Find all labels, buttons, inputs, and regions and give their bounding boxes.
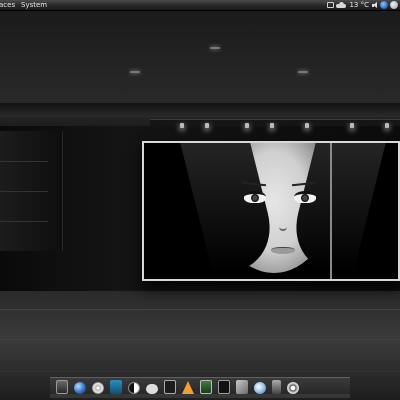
system-menu[interactable]: System xyxy=(21,0,47,10)
terminal-icon[interactable] xyxy=(218,380,230,394)
spotlight xyxy=(350,123,354,128)
top-panel: aces System 13 °C xyxy=(0,0,400,11)
volume-icon[interactable] xyxy=(372,1,378,9)
globe-browser-icon[interactable] xyxy=(74,382,86,394)
ceiling-light xyxy=(210,47,220,49)
spotlight xyxy=(305,123,309,128)
ceiling-light xyxy=(130,71,140,73)
document-icon[interactable] xyxy=(110,380,122,394)
places-menu[interactable]: aces xyxy=(0,0,15,10)
spotlight xyxy=(180,123,184,128)
spotlight xyxy=(245,123,249,128)
swirl-icon[interactable] xyxy=(254,382,266,394)
monitor-icon[interactable] xyxy=(56,380,68,394)
power-icon[interactable] xyxy=(287,382,299,394)
vlc-cone-icon[interactable] xyxy=(182,381,194,394)
dock xyxy=(50,377,350,398)
tools-icon[interactable] xyxy=(236,380,248,394)
power-icon[interactable] xyxy=(390,1,398,9)
spotlight xyxy=(205,123,209,128)
swirl-app-icon[interactable] xyxy=(380,1,388,9)
portrait-mouth xyxy=(271,247,295,254)
dock-reflection xyxy=(50,394,350,398)
panel-seam xyxy=(330,143,332,279)
image-viewer-icon[interactable] xyxy=(200,380,212,394)
weather-icon[interactable] xyxy=(336,2,347,8)
film-icon[interactable] xyxy=(164,380,176,394)
contrast-icon[interactable] xyxy=(128,382,140,394)
framed-portrait xyxy=(142,141,400,281)
temperature-label[interactable]: 13 °C xyxy=(349,0,369,10)
portrait-eye xyxy=(244,191,266,203)
system-tray: 13 °C xyxy=(327,0,398,10)
desktop-wallpaper xyxy=(0,11,400,400)
spotlight xyxy=(385,123,389,128)
spotlight-track xyxy=(150,119,400,126)
trash-icon[interactable] xyxy=(272,380,281,394)
display-shelf xyxy=(0,131,63,251)
chat-icon[interactable] xyxy=(146,384,158,394)
network-icon[interactable] xyxy=(327,2,335,8)
ceiling-beam xyxy=(0,103,400,117)
spotlight xyxy=(270,123,274,128)
ceiling-light xyxy=(298,71,308,73)
portrait-eye xyxy=(294,191,316,203)
disc-icon[interactable] xyxy=(92,382,104,394)
dock-items xyxy=(56,380,299,394)
